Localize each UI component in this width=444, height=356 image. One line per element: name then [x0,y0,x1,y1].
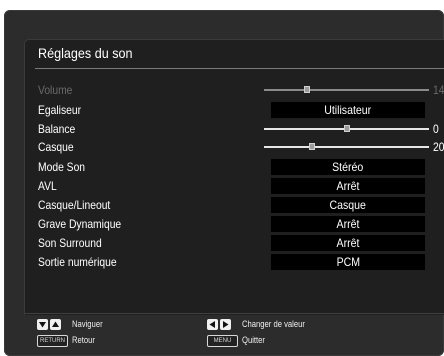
slider-value: 0 [433,122,439,136]
option-value-box[interactable]: PCM [271,254,425,270]
slider-knob[interactable] [309,143,315,150]
option-value-box[interactable]: Utilisateur [271,102,425,118]
menu-item-label: Casque/Lineout [38,198,111,212]
option-value-box[interactable]: Arrêt [271,216,425,232]
option-value-box[interactable]: Casque [271,197,425,213]
slider-knob[interactable] [304,86,310,93]
menu-item-label: Son Surround [38,236,102,250]
slider-value: 14 [433,83,444,97]
menu-item-balance[interactable]: Balance 0 [38,120,444,138]
sound-settings-panel: Réglages du son Volume 14 Egaliseur Util… [24,39,444,315]
footer-divider [25,313,444,314]
menu-item-son-surround[interactable]: Son Surround Arrêt [38,234,444,252]
hint-quit: Quitter [242,335,265,345]
option-value-box[interactable]: Arrêt [271,178,425,194]
menu-item-label: Egaliseur [38,103,82,117]
menu-item-casque-lineout[interactable]: Casque/Lineout Casque [38,196,444,214]
option-value-box[interactable]: Stéréo [271,159,425,175]
volume-slider[interactable] [264,86,429,93]
menu-item-label: Mode Son [38,160,86,174]
menu-item-casque[interactable]: Casque 20 [38,138,444,156]
left-arrow-key-icon [207,319,218,330]
menu-item-egaliseur[interactable]: Egaliseur Utilisateur [38,101,444,119]
hint-navigate: Naviguer [72,319,103,329]
menu-item-label: Grave Dynamique [38,217,122,231]
balance-slider[interactable] [264,125,429,132]
menu-item-label: Sortie numérique [38,255,117,269]
menu-item-label: AVL [38,179,57,193]
up-down-arrow-icon [37,319,61,330]
menu-item-label: Casque [38,140,74,154]
left-right-arrow-icon [207,319,231,330]
menu-title: Réglages du son [38,45,133,61]
menu-item-sortie-numerique[interactable]: Sortie numérique PCM [38,253,444,271]
option-value-box[interactable]: Arrêt [271,235,425,251]
menu-item-grave-dynamique[interactable]: Grave Dynamique Arrêt [38,215,444,233]
casque-slider[interactable] [264,143,429,150]
menu-item-avl[interactable]: AVL Arrêt [38,177,444,195]
hint-back: Retour [72,335,95,345]
hint-change-value: Changer de valeur [242,319,305,329]
down-arrow-key-icon [37,319,48,330]
title-divider [35,68,444,69]
menu-item-label: Volume [38,83,73,97]
tv-screen: Réglages du son Volume 14 Egaliseur Util… [4,10,444,356]
return-key-icon: RETURN [37,335,68,347]
menu-item-label: Balance [38,122,76,136]
menu-key-icon: MENU [207,335,238,347]
right-arrow-key-icon [220,319,231,330]
menu-item-mode-son[interactable]: Mode Son Stéréo [38,158,444,176]
up-arrow-key-icon [50,319,61,330]
slider-knob[interactable] [344,125,350,132]
menu-item-volume[interactable]: Volume 14 [38,81,444,99]
slider-value: 20 [433,140,444,154]
